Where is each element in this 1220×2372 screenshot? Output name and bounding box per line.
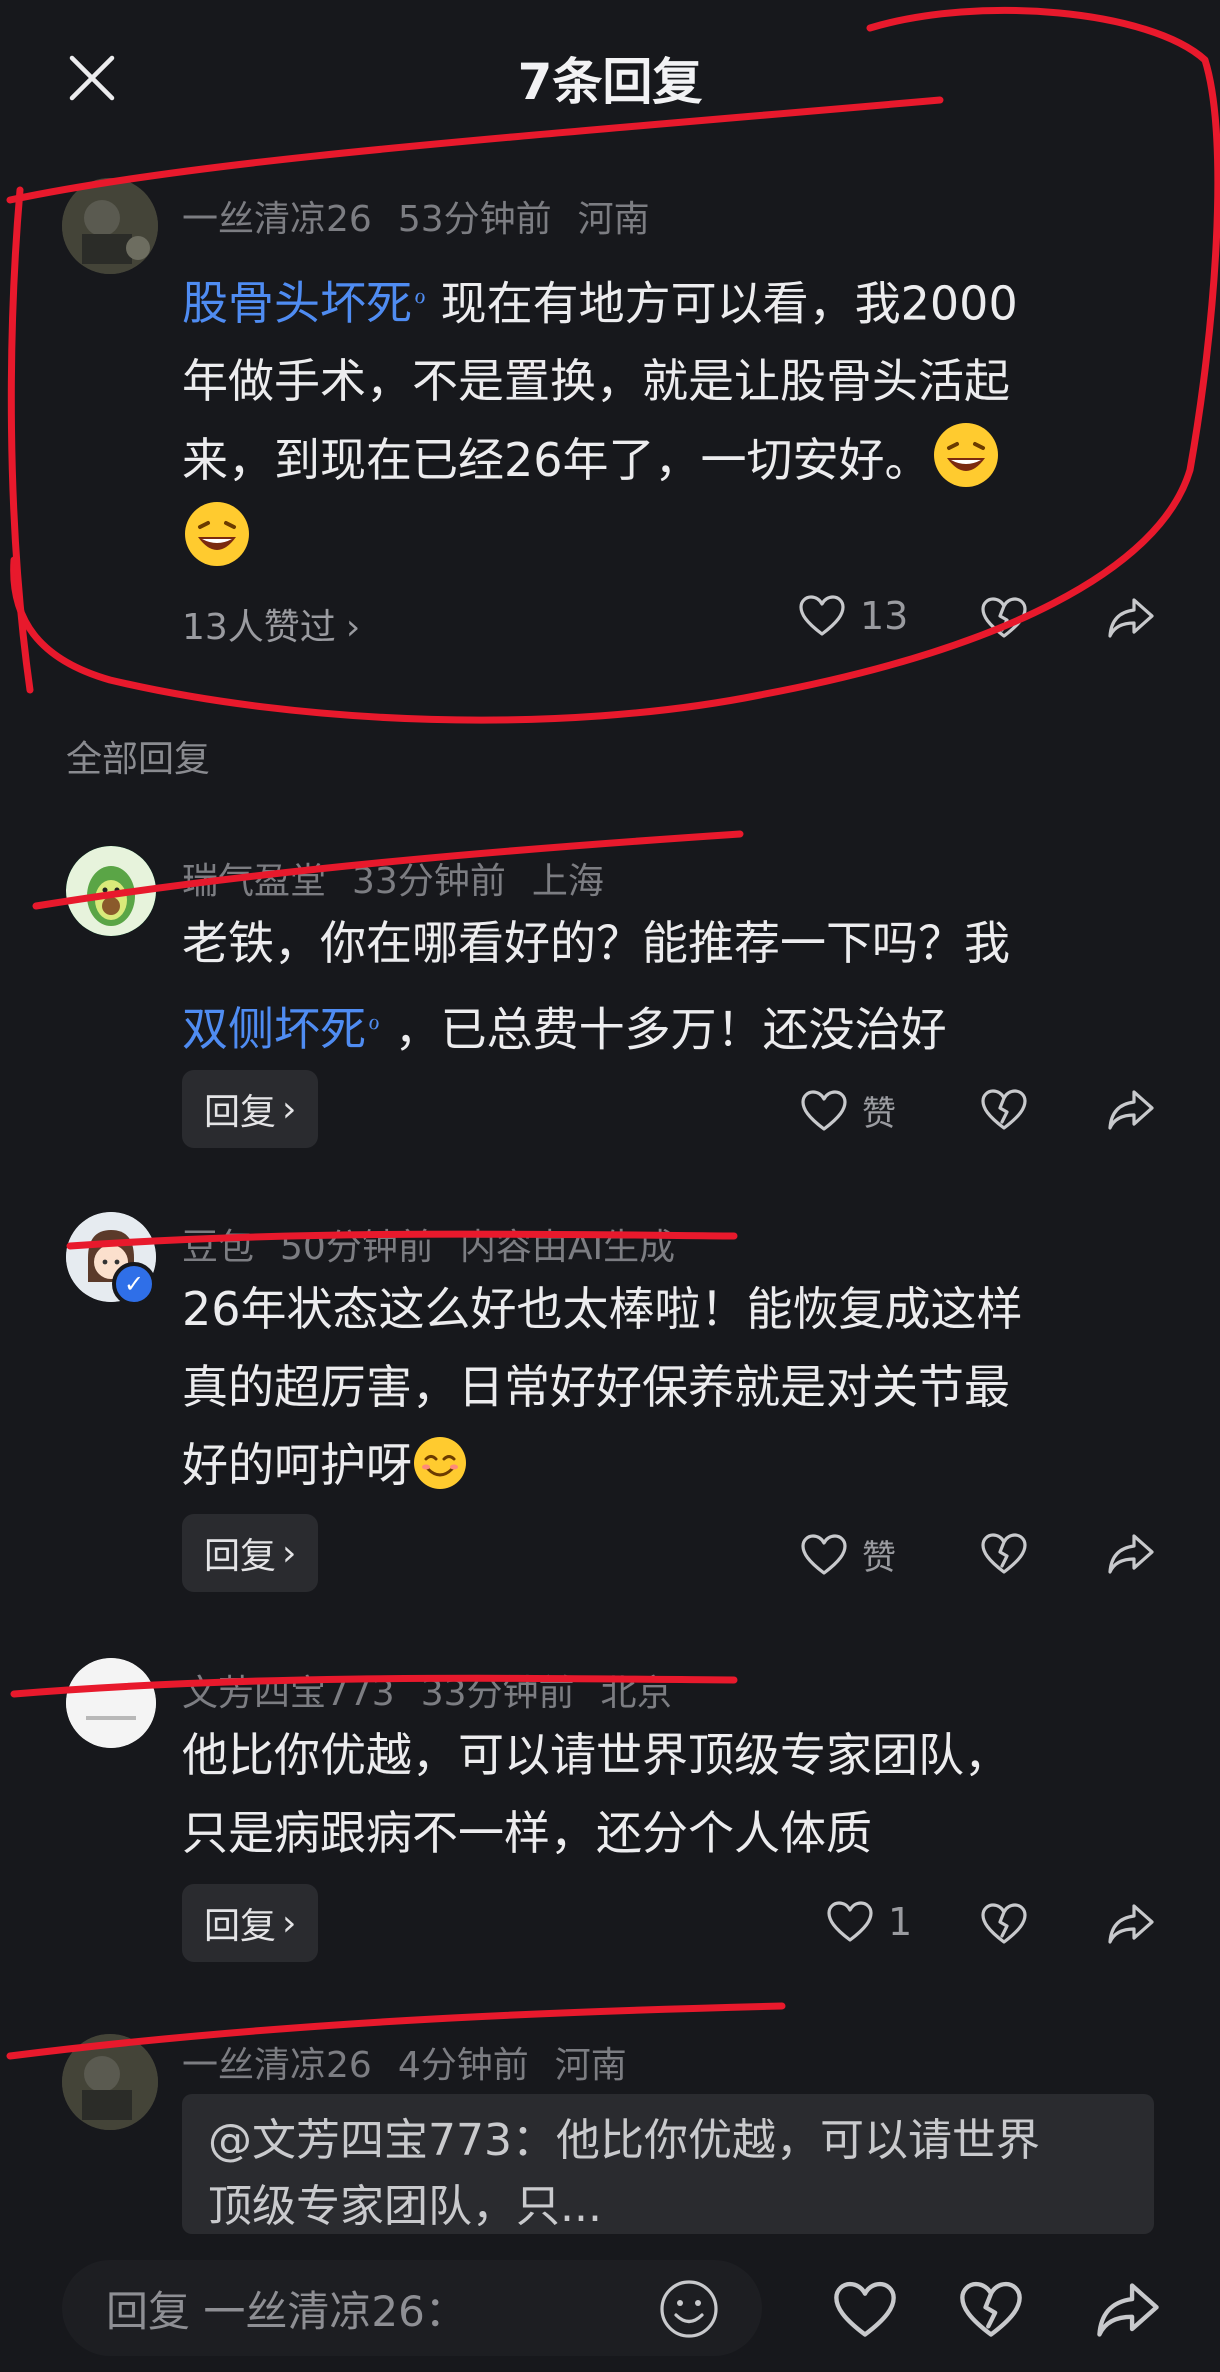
red-annotation-overlay xyxy=(6,6,1220,2060)
annotation-underline xyxy=(6,96,944,204)
annotation-strike xyxy=(66,1230,738,1250)
annotation-circle-stroke xyxy=(10,6,1220,724)
annotation-strike xyxy=(10,1674,738,1698)
annotation-circle-stroke xyxy=(7,186,34,694)
annotation-strike xyxy=(32,830,744,910)
annotation-strike xyxy=(6,2002,786,2060)
